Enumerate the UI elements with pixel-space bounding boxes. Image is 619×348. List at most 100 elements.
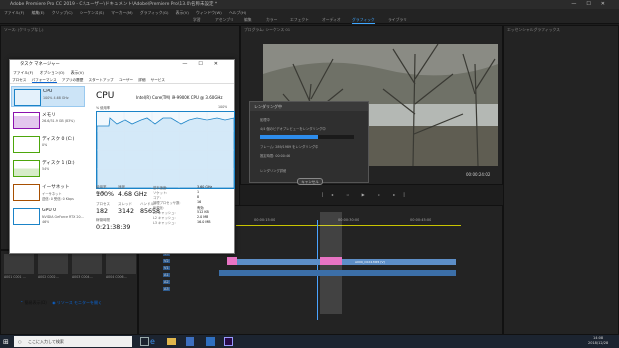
cpu-graph-label: % 使用率 [96,106,111,110]
menu-sequence[interactable]: シーケンス(S) [80,10,104,15]
perf-item-name: GPU 0 [42,208,57,213]
ruler-tc-3: 00:00:45:00 [410,218,432,222]
workspace-libraries[interactable]: ライブラリ [388,16,407,24]
perf-item-sub2: 46% [42,220,50,224]
render-progress-fill [260,135,319,139]
tm-footer: ⌃ 簡易表示(D) ◉ リソース モニターを開く [20,300,102,306]
menu-help[interactable]: ヘルプ(H) [229,10,246,15]
transport-controls[interactable]: ▏◂ ◃ ▶ ▹ ▸▕ [322,192,432,198]
detail-key: L3 キャッシュ: [153,221,176,225]
tm-tabs: プロセス パフォーマンス アプリの履歴 スタートアップ ユーザー 詳細 サービス [10,76,234,84]
handles-label: ハンドル [140,202,154,206]
brief-view-link[interactable]: 簡易表示(D) [25,300,47,305]
perf-item-name: ディスク 1 (D:) [42,161,75,166]
workspace-graphics[interactable]: グラフィック [352,16,375,24]
cpu-model: Intel(R) Core(TM) i9-9900K CPU @ 3.60GHz [136,95,223,100]
perf-item-sub: NVIDIA GeForce RTX 20... [42,215,84,219]
workspace-audio[interactable]: オーディオ [322,16,341,24]
menu-edit[interactable]: 編集(E) [32,10,45,15]
windows-start-icon[interactable]: ⊞ [3,338,11,346]
render-description: 4/4 個のビデオプレビューをレンダリング中 [260,127,326,131]
bin-thumb-2[interactable] [38,254,68,274]
detail-value: 3.60 GHz [197,185,213,189]
store-icon[interactable] [186,337,194,346]
usage-label: 使用率 [96,185,107,189]
tm-menu-file[interactable]: ファイル(F) [13,70,33,75]
perf-item-disk1[interactable]: ディスク 1 (D:) 54% [11,158,85,179]
bin-thumb-1[interactable] [4,254,34,274]
resource-monitor-link[interactable]: リソース モニターを開く [57,300,102,305]
tm-window-controls[interactable]: —☐✕ [182,60,229,69]
cpu-graph-max: 100% [218,105,228,109]
perf-item-cpu[interactable]: CPU 100% 4.68 GHz [11,86,85,107]
menu-graphic[interactable]: グラフィック(G) [140,10,169,15]
tab-processes[interactable]: プロセス [12,78,26,82]
bin-item-1: A001 C001 ... [4,275,26,279]
detail-value: 16 [197,200,202,204]
tab-details[interactable]: 詳細 [138,78,145,82]
premiere-title: Adobe Premiere Pro CC 2019 - C:\ユーザー\ドキュ… [10,2,218,7]
track-a3[interactable]: A3 [163,287,170,291]
taskbar-search-box[interactable]: ○ ここに入力して検索 [14,336,132,347]
track-v2[interactable]: V2 [163,259,170,263]
workspace-color[interactable]: カラー [266,16,277,24]
chevron-up-icon: ⌃ [20,300,24,305]
tab-startup[interactable]: スタートアップ [89,78,114,82]
file-explorer-icon[interactable] [167,338,176,345]
disk0-mini-graph [13,136,40,153]
ruler-tc-1: 00:00:15:00 [254,218,276,222]
perf-sidebar: CPU 100% 4.68 GHz メモリ 26.6/31.9 GB (83%)… [11,86,85,241]
menu-view[interactable]: 表示(V) [176,10,189,15]
taskmanager-taskbar-icon[interactable] [206,337,215,346]
workspace-effects[interactable]: エフェクト [290,16,309,24]
tab-performance[interactable]: パフォーマンス [31,78,57,83]
menu-file[interactable]: ファイル(F) [4,10,24,15]
ethernet-mini-graph [13,184,40,201]
windows-taskbar: ⊞ ○ ここに入力して検索 e 14:08 2018/12/28 [0,335,619,348]
detail-value: 1 [197,190,200,194]
tm-menu-options[interactable]: オプション(O) [40,70,65,75]
perf-item-sub2: 送信: 0 受信: 0 Kbps [42,197,74,201]
cancel-button[interactable]: キャンセル [297,178,323,185]
bin-thumb-4[interactable] [106,254,136,274]
audio-clip-strip[interactable] [219,270,456,276]
perf-item-sub: 54% [42,167,50,171]
work-area-bar[interactable] [236,225,461,226]
perf-item-memory[interactable]: メモリ 26.6/31.9 GB (83%) [11,110,85,131]
workspace-bar: 学習 アセンブリ 編集 カラー エフェクト オーディオ グラフィック ライブラリ [0,16,619,24]
program-timecode: 00:00:24:02 [466,172,491,177]
proc-label: プロセス [96,202,110,206]
render-details-toggle[interactable]: レンダリング詳細 [260,168,286,173]
perf-item-name: メモリ [42,113,56,118]
perf-item-gpu[interactable]: GPU 0 NVIDIA GeForce RTX 20... 46% [11,206,85,227]
tab-services[interactable]: サービス [151,78,165,82]
clock-date: 2018/12/28 [588,341,609,345]
edge-icon[interactable]: e [150,337,159,346]
perf-item-disk0[interactable]: ディスク 0 (C:) 0% [11,134,85,155]
fx-clip-1[interactable] [227,257,237,265]
premiere-taskbar-icon[interactable] [224,337,233,346]
render-status: 処理中 [260,118,270,122]
menu-clip[interactable]: クリップ(C) [52,10,73,15]
menu-marker[interactable]: マーカー(M) [111,10,132,15]
workspace-learn[interactable]: 学習 [193,16,201,24]
workspace-edit[interactable]: 編集 [244,16,252,24]
perf-item-ethernet[interactable]: イーサネット イーサネット 送信: 0 受信: 0 Kbps [11,182,85,203]
premiere-menu-bar: ファイル(F) 編集(E) クリップ(C) シーケンス(S) マーカー(M) グ… [0,9,619,16]
task-view-icon[interactable] [140,337,149,346]
fx-clip-2[interactable] [320,257,342,265]
track-v1[interactable]: V1 [163,266,170,270]
search-placeholder: ここに入力して検索 [28,339,64,344]
render-time-remaining: 推定時間: 00:00:46 [260,154,291,158]
task-manager-window: タスク マネージャー —☐✕ ファイル(F) オプション(O) 表示(V) プロ… [9,59,235,305]
tab-users[interactable]: ユーザー [119,78,133,82]
window-controls[interactable]: —☐✕ [571,0,615,9]
track-a1[interactable]: A1 [163,273,170,277]
proc-value: 182 [96,208,109,215]
track-a2[interactable]: A2 [163,280,170,284]
tm-menu-view[interactable]: 表示(V) [71,70,84,75]
menu-window[interactable]: ウィンドウ(W) [196,10,222,15]
workspace-assembly[interactable]: アセンブリ [215,16,234,24]
tab-app-history[interactable]: アプリの履歴 [62,78,84,82]
bin-thumb-3[interactable] [72,254,102,274]
